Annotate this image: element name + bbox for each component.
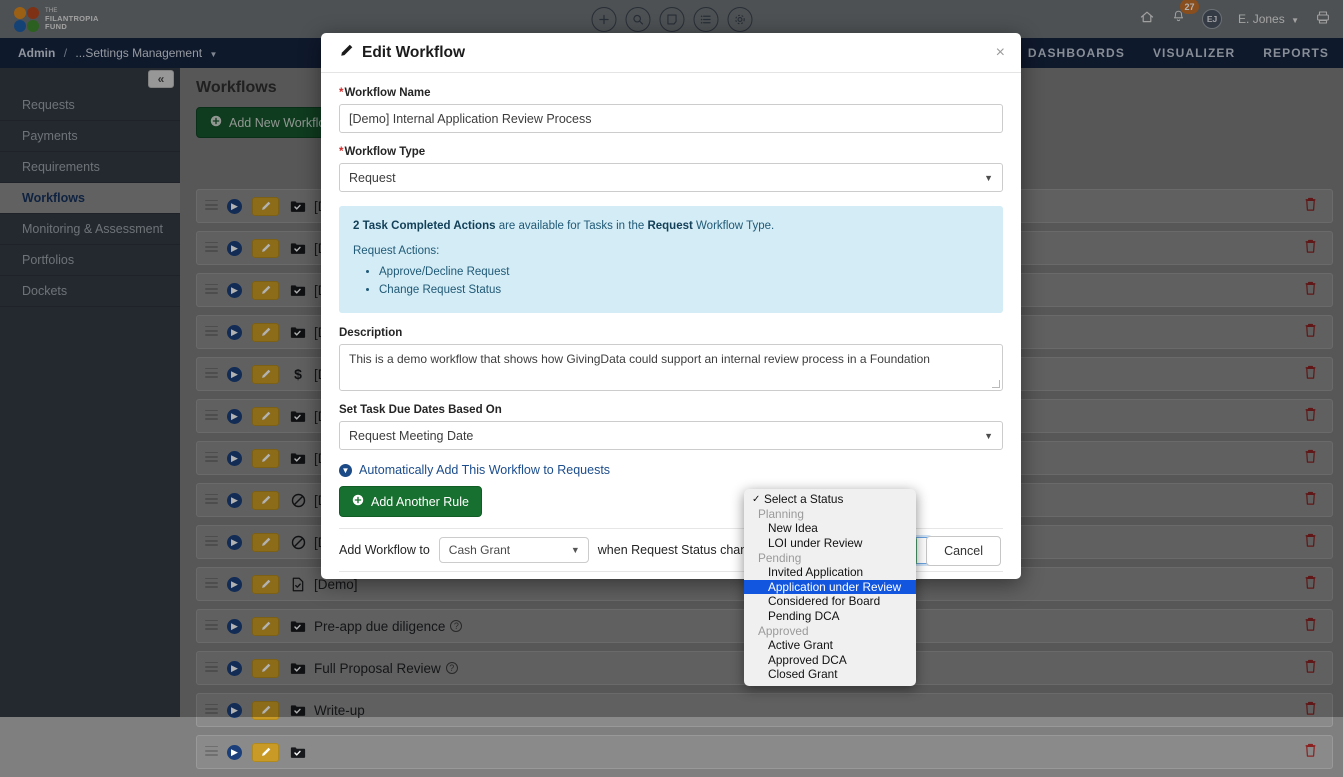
description-label: Description (339, 327, 403, 340)
dropdown-option[interactable]: New Idea (744, 521, 916, 536)
required-marker: * (339, 146, 344, 158)
dropdown-option-label: Approved (758, 623, 809, 638)
dropdown-option-label: Select a Status (764, 492, 844, 507)
workflow-type-select[interactable]: Request ▼ (339, 163, 1003, 192)
dropdown-option[interactable]: ✓ Select a Status (744, 492, 916, 507)
request-action-item: Approve/Decline Request (379, 264, 989, 282)
expand-arrow-icon[interactable]: ▶ (227, 744, 242, 760)
dropdown-group-label: Approved (744, 623, 916, 638)
dropdown-option[interactable]: Approved DCA (744, 653, 916, 668)
dropdown-option-label: LOI under Review (768, 536, 863, 551)
workflow-name-label: *Workflow Name (339, 87, 1003, 99)
modal-title: Edit Workflow (339, 43, 465, 63)
workflow-name-label-text: Workflow Name (344, 87, 431, 99)
dropdown-option[interactable]: Invited Application (744, 565, 916, 580)
dropdown-option[interactable]: LOI under Review (744, 536, 916, 551)
task-actions-info: 2 Task Completed Actions are available f… (339, 206, 1003, 314)
description-textarea[interactable]: This is a demo workflow that shows how G… (339, 344, 1003, 392)
chevron-down-icon: ▼ (984, 430, 993, 441)
dropdown-option-label: Pending DCA (768, 609, 840, 624)
due-dates-label: Set Task Due Dates Based On (339, 404, 502, 417)
check-icon: ✓ (752, 493, 761, 505)
modal-footer: Save Cancel (321, 523, 1021, 579)
modal-body: *Workflow Name [Demo] Internal Applicati… (321, 73, 1021, 573)
dropdown-option[interactable]: Active Grant (744, 638, 916, 653)
request-action-item: Change Request Status (379, 282, 989, 300)
workflow-type-label-text: Workflow Type (344, 146, 426, 158)
workflow-row[interactable]: ▶ (196, 735, 1333, 769)
task-actions-tail: Workflow Type. (692, 220, 775, 232)
task-actions-headline: 2 Task Completed Actions are available f… (353, 218, 989, 236)
request-actions-subhead: Request Actions: (353, 244, 440, 257)
dropdown-option[interactable]: Considered for Board (744, 594, 916, 609)
workflow-type-value: Request (349, 170, 396, 185)
modal-title-label: Edit Workflow (362, 43, 466, 61)
task-actions-rest: are available for Tasks in the (495, 220, 648, 232)
dropdown-group-label: Pending (744, 550, 916, 565)
status-dropdown-menu[interactable]: ✓ Select a Status Planning New Idea LOI unde… (744, 489, 916, 686)
due-dates-select[interactable]: Request Meeting Date ▼ (339, 421, 1003, 451)
task-actions-type: Request (647, 220, 693, 232)
close-icon[interactable]: × (996, 44, 1005, 62)
dropdown-option[interactable]: Pending DCA (744, 609, 916, 624)
auto-add-label: Automatically Add This Workflow to Reque… (359, 463, 611, 478)
request-actions-list: Approve/Decline RequestChange Request St… (353, 264, 989, 301)
dropdown-option-label: Considered for Board (768, 594, 881, 609)
modal-header: Edit Workflow × (321, 33, 1021, 73)
workflow-type-label: *Workflow Type (339, 146, 1003, 158)
dropdown-option[interactable]: Application under Review (744, 579, 916, 595)
task-actions-count: 2 Task Completed Actions (353, 220, 496, 232)
plus-circle-icon (352, 494, 364, 509)
dropdown-option-label: Planning (758, 506, 804, 521)
required-marker: * (339, 87, 344, 99)
dropdown-option-label: Invited Application (768, 565, 864, 580)
dropdown-option-label: Active Grant (768, 638, 833, 653)
chevron-down-icon: ▼ (984, 172, 993, 183)
folder-check-icon (290, 746, 306, 759)
auto-add-toggle[interactable]: ▼ Automatically Add This Workflow to Req… (339, 463, 1003, 477)
dropdown-option[interactable]: Closed Grant (744, 667, 916, 682)
delete-workflow-icon[interactable] (1303, 742, 1318, 763)
edit-workflow-modal: Edit Workflow × *Workflow Name [Demo] In… (321, 33, 1021, 579)
dropdown-group-label: Planning (744, 507, 916, 522)
dropdown-option-label: Pending (758, 550, 802, 565)
drag-handle-icon[interactable] (205, 745, 218, 759)
dropdown-option-label: Approved DCA (768, 652, 847, 667)
dropdown-option-label: Application under Review (768, 579, 902, 594)
dropdown-option-label: Closed Grant (768, 667, 838, 682)
add-another-rule-button[interactable]: Add Another Rule (339, 486, 482, 518)
due-dates-value: Request Meeting Date (349, 428, 474, 443)
dropdown-option-label: New Idea (768, 521, 818, 536)
workflow-name-input[interactable]: [Demo] Internal Application Review Proce… (339, 104, 1003, 133)
pencil-icon (339, 43, 354, 63)
edit-workflow-button[interactable] (252, 742, 279, 762)
chevron-down-circle-icon: ▼ (339, 463, 352, 477)
add-another-rule-label: Add Another Rule (371, 494, 469, 509)
cancel-button[interactable]: Cancel (926, 536, 1001, 566)
